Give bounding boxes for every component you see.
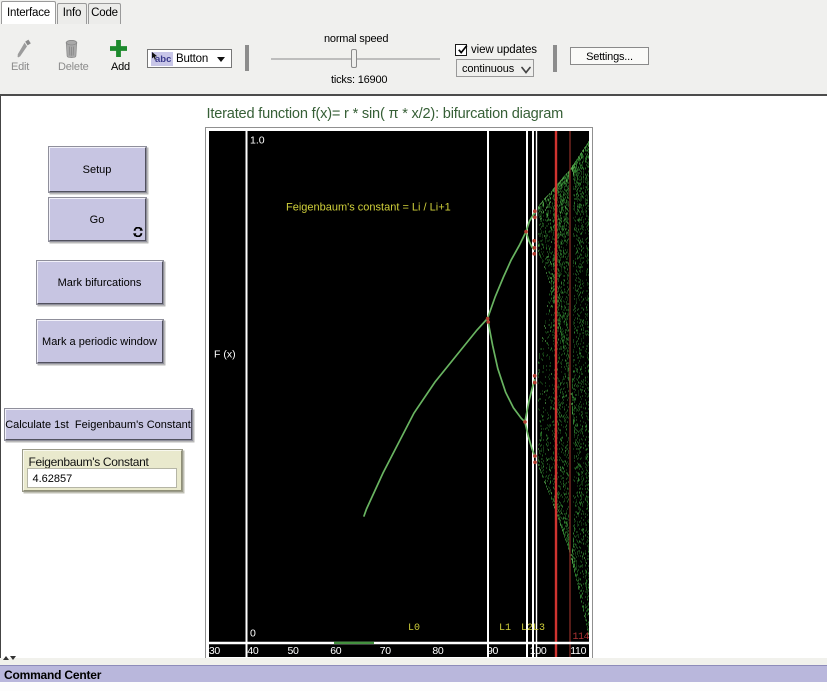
svg-text:L0: L0	[408, 623, 420, 634]
svg-text:L1: L1	[499, 623, 511, 634]
svg-text:114: 114	[573, 632, 590, 643]
svg-text:Feigenbaum's constant = Li / L: Feigenbaum's constant = Li / Li+1	[286, 202, 451, 214]
svg-text:30: 30	[209, 645, 220, 657]
svg-text:L2: L2	[521, 623, 533, 634]
svg-text:80: 80	[432, 645, 444, 657]
svg-text:F (x): F (x)	[214, 349, 236, 361]
svg-text:100: 100	[530, 645, 547, 657]
svg-text:110: 110	[570, 645, 586, 657]
svg-text:60: 60	[330, 645, 342, 657]
svg-text:50: 50	[287, 645, 299, 657]
svg-text:70: 70	[380, 645, 392, 657]
svg-text:40: 40	[247, 645, 259, 657]
svg-text:L3: L3	[533, 623, 545, 634]
svg-text:0: 0	[250, 628, 256, 640]
svg-text:1.0: 1.0	[250, 135, 265, 147]
svg-text:90: 90	[487, 645, 499, 657]
